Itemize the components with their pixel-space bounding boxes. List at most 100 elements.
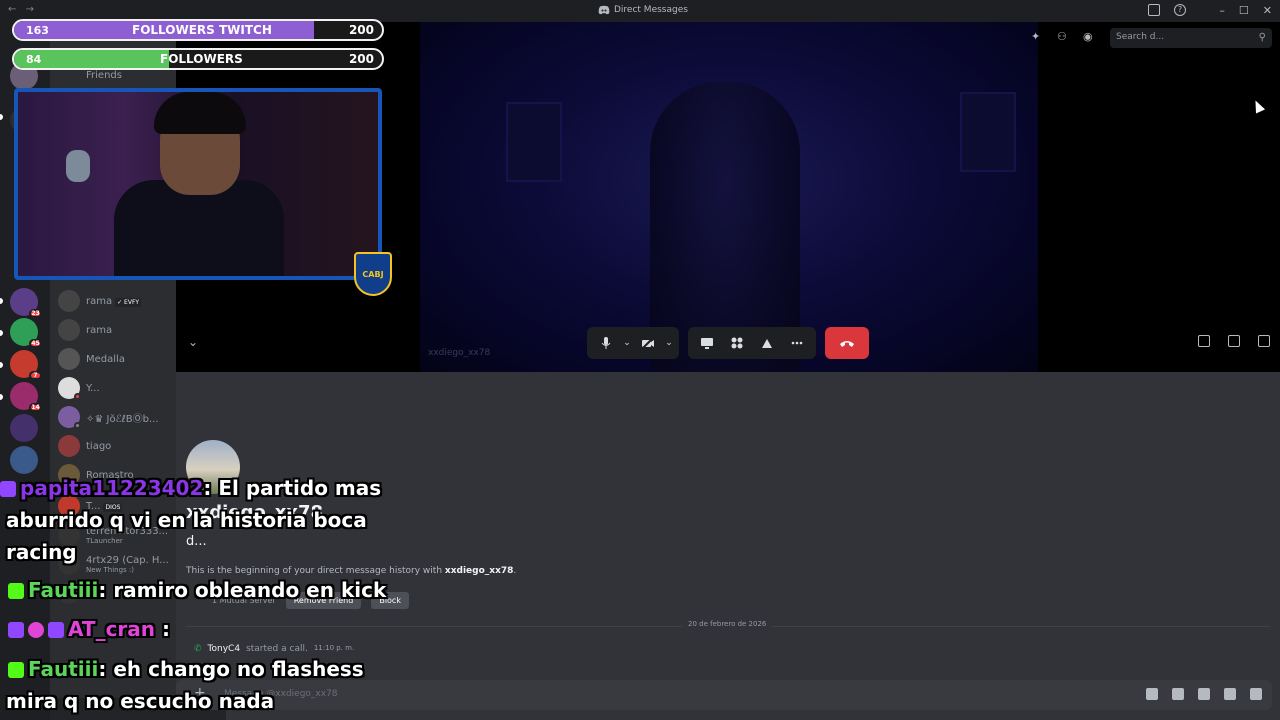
dm-item[interactable]: rama: [58, 317, 174, 343]
wall-poster: [506, 102, 562, 182]
dm-item[interactable]: rama ✓ EVFY: [58, 288, 174, 314]
mic-options-chevron-icon[interactable]: ⌄: [621, 327, 633, 359]
nav-arrows: ← →: [8, 4, 34, 15]
unread-badge: 14: [29, 403, 42, 412]
microphone-button[interactable]: [591, 327, 621, 359]
chat-text: : El partido mas: [203, 476, 382, 500]
dm-item[interactable]: tiago: [58, 433, 174, 459]
composer-tools: [1146, 688, 1262, 700]
inbox-icon[interactable]: [1148, 4, 1160, 16]
unread-indicator: [0, 362, 3, 368]
server-icon[interactable]: 7: [10, 350, 42, 380]
profile-icon[interactable]: ◉: [1083, 31, 1095, 43]
app-window: ← → Direct Messages ? – ☐ ✕ 23 45 7 14 F…: [0, 0, 1280, 720]
friends-label: Friends: [86, 69, 122, 81]
dm-name: Y...: [86, 382, 100, 394]
chat-username: AT_cran: [68, 617, 156, 641]
server-tag: ✓ EVFY: [115, 297, 142, 307]
kick-icon: [8, 583, 24, 599]
sticker-icon[interactable]: [1198, 688, 1210, 700]
forward-arrow-icon[interactable]: →: [26, 4, 34, 15]
fullscreen-icon[interactable]: [1258, 335, 1270, 347]
discord-logo-icon: [598, 5, 610, 15]
avatar: [58, 377, 81, 400]
search-icon: ⚲: [1258, 32, 1266, 43]
mouse-cursor: [1250, 98, 1266, 114]
more-icon: [791, 341, 803, 345]
chat-line: aburrido q vi en la historia boca: [6, 508, 367, 532]
camera-options-chevron-icon[interactable]: ⌄: [663, 327, 675, 359]
pin-icon[interactable]: ✦: [1031, 31, 1043, 43]
dm-name: rama: [86, 324, 113, 336]
chevron-down-icon[interactable]: ⌄: [188, 335, 198, 349]
server-icon[interactable]: 23: [10, 288, 42, 318]
dm-name: Medalla: [86, 353, 125, 365]
gift-icon[interactable]: [1146, 688, 1158, 700]
avatar: [58, 406, 81, 429]
more-options-button[interactable]: [782, 327, 812, 359]
soundboard-icon: [762, 339, 772, 348]
camera-button[interactable]: [633, 327, 663, 359]
chat-text: : eh chango no flashess: [98, 657, 364, 681]
server-icon[interactable]: [10, 414, 38, 442]
disconnect-button[interactable]: [825, 327, 869, 359]
server-icon[interactable]: 14: [10, 382, 42, 412]
help-icon[interactable]: ?: [1174, 4, 1186, 16]
popout-icon[interactable]: [1228, 335, 1240, 347]
message-input[interactable]: + Message @xxdiego_xx78: [176, 680, 1272, 710]
back-arrow-icon[interactable]: ←: [8, 4, 16, 15]
volume-icon[interactable]: [1198, 335, 1210, 347]
soundboard-button[interactable]: [752, 327, 782, 359]
webcam-hair: [154, 92, 246, 134]
window-title: Direct Messages: [598, 5, 688, 15]
goal-current: 163: [26, 24, 49, 37]
unread-indicator: [0, 394, 3, 400]
wall-poster: [960, 92, 1016, 172]
apps-icon[interactable]: [1250, 688, 1262, 700]
club-crest-badge: CABJ: [354, 252, 392, 296]
chat-line: Fautiii: ramiro obleando en kick: [8, 578, 386, 602]
server-icon[interactable]: 45: [10, 318, 42, 348]
chat-line: Fautiii: eh chango no flashess: [8, 657, 364, 681]
add-friends-icon[interactable]: ⚇: [1057, 31, 1069, 43]
window-title-text: Direct Messages: [614, 5, 688, 15]
close-button[interactable]: ✕: [1263, 4, 1272, 17]
date-divider: 20 de febrero de 2026: [186, 620, 1270, 628]
emoji-icon[interactable]: [1224, 688, 1236, 700]
maximize-button[interactable]: ☐: [1239, 4, 1249, 17]
chat-username: papita11223402: [20, 476, 204, 500]
timestamp: 11:10 p. m.: [313, 644, 355, 652]
avatar: [58, 348, 80, 370]
intro-description-user: xxdiego_xx78: [444, 566, 514, 576]
call-user[interactable]: TonyC4: [208, 644, 241, 654]
goal-current: 84: [26, 53, 42, 66]
unread-badge: 45: [29, 339, 42, 348]
screen-share-button[interactable]: [692, 327, 722, 359]
search-placeholder: Search d...: [1116, 32, 1165, 42]
dm-item[interactable]: Medalla: [58, 346, 174, 372]
minimize-button[interactable]: –: [1219, 4, 1225, 17]
unread-indicator: [0, 114, 3, 120]
search-input[interactable]: Search d... ⚲: [1110, 28, 1272, 48]
dm-item[interactable]: ✧♛ JŏℰℓBⓄb...: [58, 404, 174, 430]
twitch-followers-goal-bar: 163 FOLLOWERS TWITCH 200: [12, 19, 384, 41]
avatar: [58, 319, 80, 341]
hang-up-icon: [840, 341, 854, 347]
webcam-shirt: [114, 180, 284, 276]
goal-target: 200: [348, 23, 374, 37]
server-icon[interactable]: [10, 446, 38, 474]
phone-icon: ✆: [194, 644, 202, 654]
gif-icon[interactable]: [1172, 688, 1184, 700]
call-actions: [688, 327, 816, 359]
dm-name: 4rtx29 (Cap. H...: [86, 554, 169, 566]
microphone-icon: [601, 337, 611, 349]
dm-item[interactable]: Y...: [58, 375, 174, 401]
window-controls: – ☐ ✕: [1219, 4, 1272, 17]
kick-icon: [8, 662, 24, 678]
participant-name: xxdiego_xx78: [428, 348, 491, 358]
chat-text: mira q no escucho nada: [6, 689, 275, 713]
remote-video[interactable]: [420, 22, 1038, 372]
chat-line: papita11223402: El partido mas: [0, 476, 381, 500]
activities-button[interactable]: [722, 327, 752, 359]
camera-off-icon: [641, 336, 655, 350]
